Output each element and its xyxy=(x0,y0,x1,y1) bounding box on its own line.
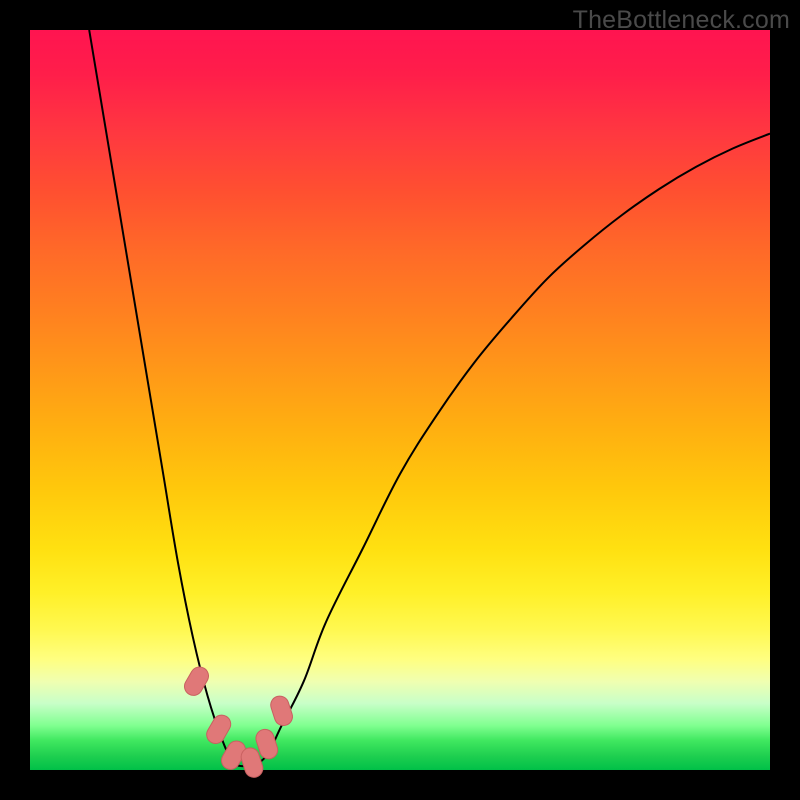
bottleneck-curve xyxy=(89,30,770,767)
curve-marker xyxy=(203,712,234,747)
plot-area xyxy=(30,30,770,770)
watermark-text: TheBottleneck.com xyxy=(573,6,790,35)
curve-layer xyxy=(30,30,770,770)
chart-frame: TheBottleneck.com xyxy=(0,0,800,800)
curve-marker xyxy=(268,694,294,728)
marker-group xyxy=(181,664,295,780)
